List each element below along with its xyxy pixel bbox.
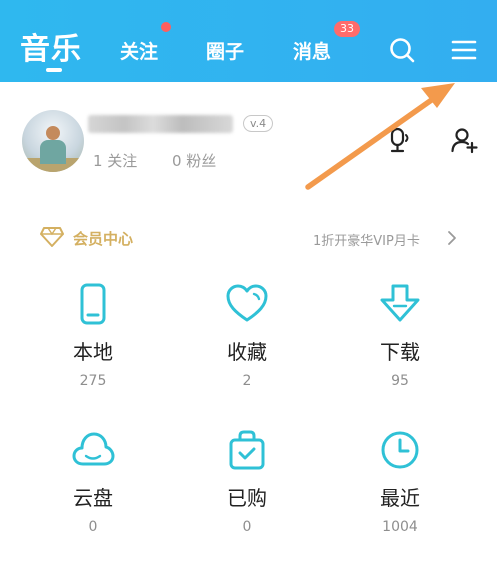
grid-label: 下载 [380, 340, 420, 364]
grid-label: 已购 [227, 486, 267, 510]
vip-center-row[interactable]: 会员中心 1折开豪华VIP月卡 [0, 220, 497, 256]
level-badge[interactable]: v.4 [243, 115, 274, 132]
chevron-right-icon [448, 231, 456, 245]
phone-icon [80, 283, 106, 325]
diamond-icon [40, 227, 64, 247]
grid-count: 1004 [382, 519, 418, 535]
vip-center-label: 会员中心 [73, 230, 134, 248]
notification-dot [161, 22, 171, 32]
grid-item-cloud[interactable]: 云盘 0 [23, 428, 163, 535]
grid-count: 2 [242, 373, 252, 389]
search-icon[interactable] [388, 36, 416, 64]
vip-promo-text[interactable]: 1折开豪华VIP月卡 [313, 230, 420, 249]
shopping-bag-icon [229, 430, 265, 470]
heart-icon [226, 284, 268, 322]
grid-count: 275 [79, 373, 107, 389]
grid-count: 0 [242, 519, 252, 535]
tab-messages[interactable]: 消息 [293, 37, 331, 64]
fans-count[interactable]: 0 粉丝 [172, 150, 216, 171]
grid-item-favorites[interactable]: 收藏 2 [177, 282, 317, 389]
menu-icon[interactable] [450, 36, 478, 64]
tab-music[interactable]: 音乐 [20, 24, 82, 68]
grid-count: 95 [391, 373, 409, 389]
grid-label: 收藏 [227, 340, 267, 364]
top-nav-bar: 音乐 关注 圈子 消息 33 [0, 0, 497, 82]
grid-item-purchased[interactable]: 已购 0 [177, 428, 317, 535]
tab-follow[interactable]: 关注 [120, 37, 158, 64]
cloud-icon [72, 432, 115, 466]
grid-item-recent[interactable]: 最近 1004 [330, 428, 470, 535]
add-friend-icon[interactable] [450, 126, 478, 154]
active-tab-indicator [46, 68, 62, 72]
grid-label: 最近 [380, 486, 420, 510]
username-blurred [88, 115, 233, 133]
avatar[interactable] [22, 110, 84, 172]
grid-item-local[interactable]: 本地 275 [23, 282, 163, 389]
microphone-icon[interactable] [386, 126, 414, 154]
download-icon [380, 284, 420, 322]
following-count[interactable]: 1 关注 [93, 150, 137, 171]
grid-item-downloads[interactable]: 下载 95 [330, 282, 470, 389]
grid-label: 云盘 [73, 486, 113, 510]
grid-label: 本地 [73, 340, 113, 364]
clock-icon [381, 431, 419, 469]
messages-count-badge: 33 [334, 21, 360, 37]
grid-count: 0 [88, 519, 98, 535]
tab-circle[interactable]: 圈子 [206, 37, 244, 64]
